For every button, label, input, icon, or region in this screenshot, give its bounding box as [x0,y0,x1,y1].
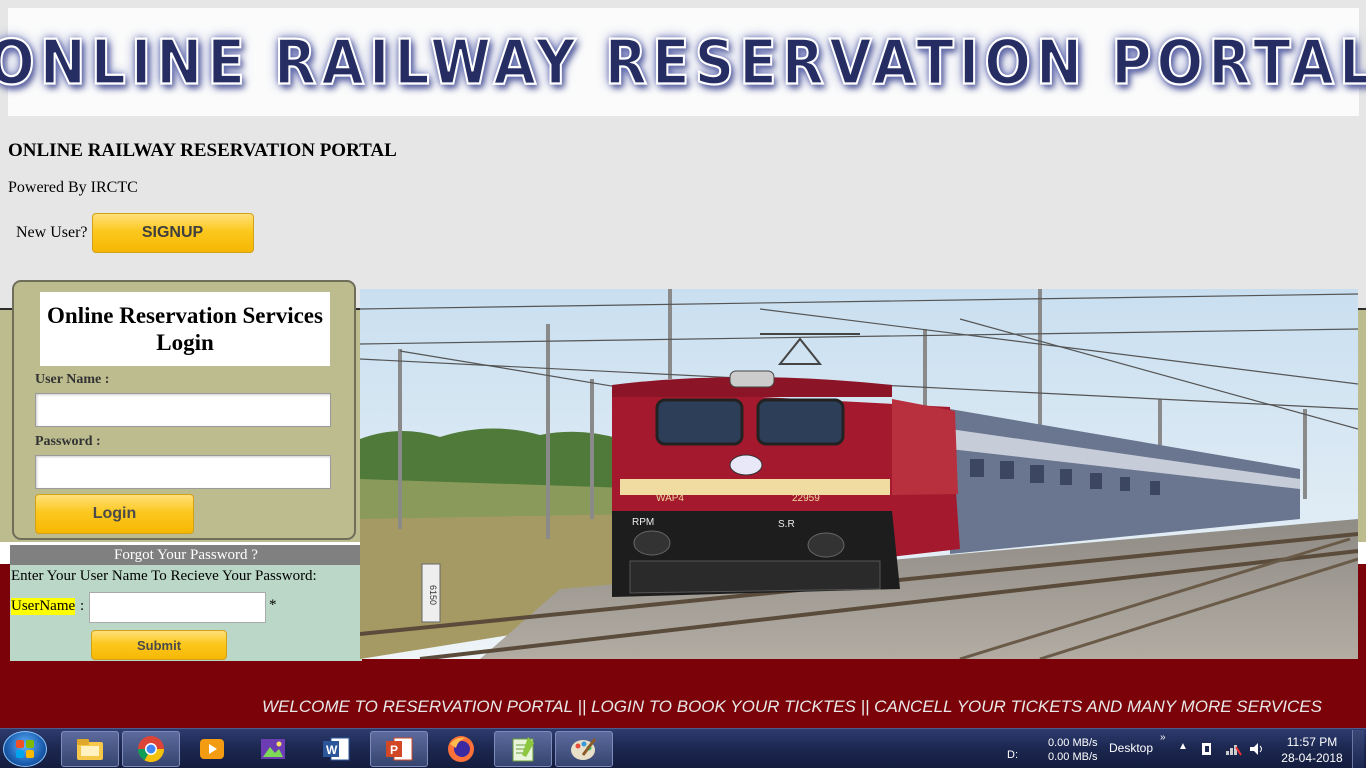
taskbar-firefox[interactable] [432,731,490,767]
word-icon: W [323,737,350,761]
loco-model-text: WAP4 [656,493,684,504]
network-icon[interactable] [1224,741,1242,768]
submit-button[interactable]: Submit [91,630,227,660]
page-heading: ONLINE RAILWAY RESERVATION PORTAL [8,140,397,161]
shed-left-text: RPM [632,517,654,528]
welcome-marquee: WELCOME TO RESERVATION PORTAL || LOGIN T… [262,697,1322,716]
site-banner: ONLINE RAILWAY RESERVATION PORTAL [0,8,1366,116]
loco-number-text: 22959 [792,493,820,504]
chrome-icon [137,736,165,763]
taskbar-notepad-plus-plus[interactable] [494,731,552,767]
password-label: Password : [35,434,101,449]
tray-overflow-icon[interactable]: ▲ [1178,741,1188,768]
clock-date: 28-04-2018 [1281,751,1343,765]
volume-icon[interactable] [1248,741,1266,768]
login-title: Online Reservation Services Login [40,292,330,366]
photo-viewer-icon [261,739,285,759]
desktop-toolbar[interactable]: Desktop [1109,741,1153,768]
banner-title: ONLINE RAILWAY RESERVATION PORTAL [0,25,1366,99]
taskbar-powerpoint[interactable]: P [370,731,428,767]
username-label: User Name : [35,372,110,387]
show-desktop-button[interactable] [1352,730,1364,768]
start-button[interactable] [3,731,47,767]
forgot-password-box: Enter Your User Name To Recieve Your Pas… [10,565,362,661]
paint-icon [571,738,597,760]
signup-button[interactable]: SIGNUP [91,213,254,253]
username-input[interactable] [35,393,331,427]
windows-logo-icon [16,740,34,758]
taskbar: W P D: 0.00 MB/s 0.00 MB/s Desktop » ▲ 1… [0,728,1366,768]
firefox-icon [448,736,474,762]
chevron-right-icon[interactable]: » [1160,732,1166,768]
new-user-row: New User? SIGNUP [16,213,254,253]
taskbar-file-explorer[interactable] [61,731,119,767]
pole-marker-text: 6150 [428,585,438,605]
system-clock[interactable]: 11:57 PM 28-04-2018 [1278,734,1346,768]
taskbar-photo-viewer[interactable] [244,731,302,767]
svg-text:W: W [326,743,338,757]
forgot-username-input[interactable] [89,592,266,623]
train-photo: WAP4 22959 RPM S.R 6150 [360,289,1358,659]
taskbar-word[interactable]: W [307,731,365,767]
network-speed: 0.00 MB/s 0.00 MB/s [1048,736,1098,768]
drive-label: D: [1007,749,1018,761]
clock-time: 11:57 PM [1286,735,1338,749]
required-mark: * [269,597,277,613]
notepad-plus-plus-icon [512,737,534,762]
file-explorer-icon [77,739,103,760]
action-center-icon[interactable] [1200,741,1214,768]
forgot-username-label: UserName [11,598,76,615]
shed-right-text: S.R [778,519,795,530]
new-user-label: New User? [16,224,88,241]
forgot-instruction: Enter Your User Name To Recieve Your Pas… [11,568,317,584]
login-panel: Online Reservation Services Login User N… [12,280,356,540]
upload-speed: 0.00 MB/s [1048,737,1098,749]
forgot-username-colon: : [80,598,85,614]
forgot-password-header: Forgot Your Password ? [10,545,362,565]
taskbar-chrome[interactable] [122,731,180,767]
taskbar-media-player[interactable] [183,731,241,767]
download-speed: 0.00 MB/s [1048,751,1098,763]
svg-text:P: P [390,743,398,757]
powerpoint-icon: P [386,737,413,761]
taskbar-paint[interactable] [555,731,613,767]
media-player-icon [200,739,224,759]
password-input[interactable] [35,455,331,489]
login-button[interactable]: Login [35,494,194,534]
powered-by-text: Powered By IRCTC [8,179,138,196]
